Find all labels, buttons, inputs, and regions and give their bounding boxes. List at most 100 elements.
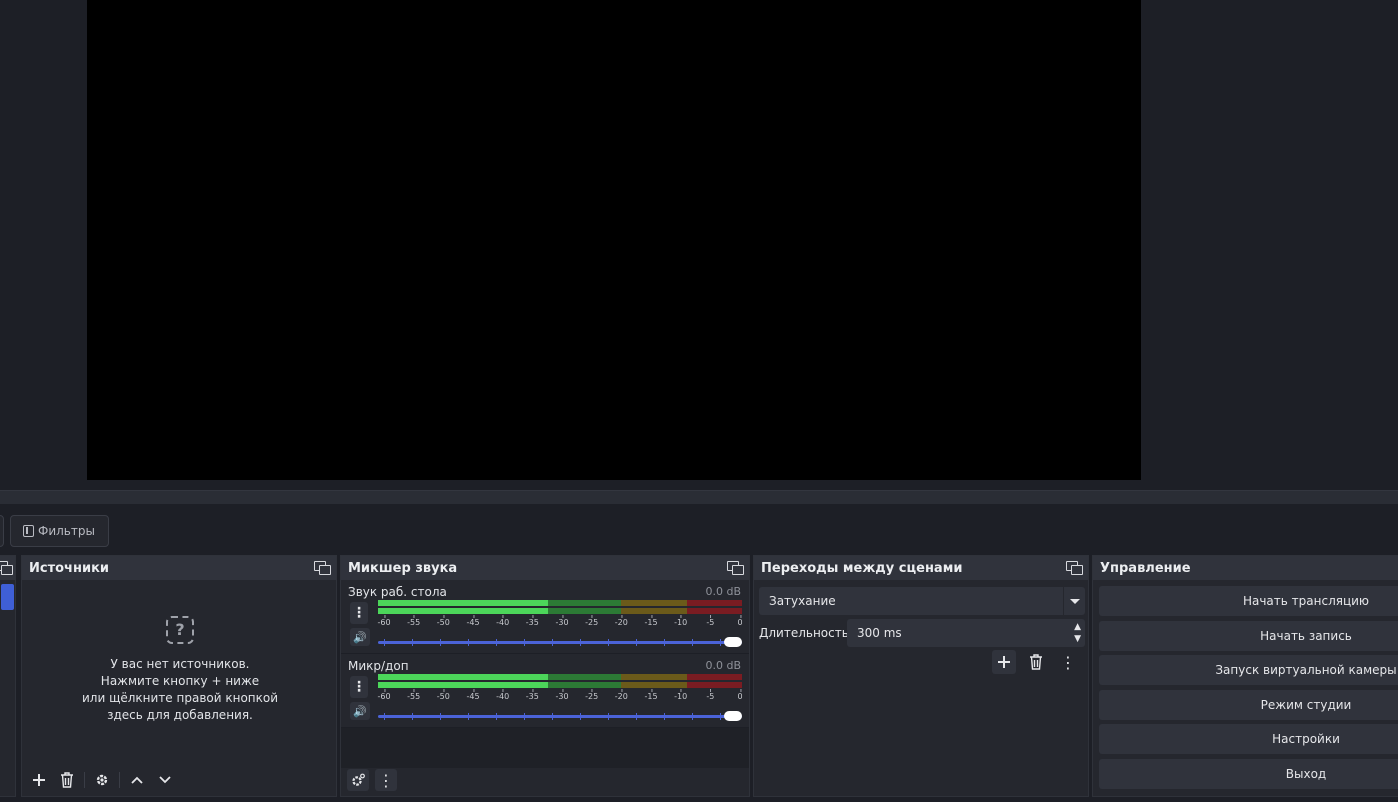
meter-level [378,682,548,688]
slider-tick [440,713,441,720]
float-dock-icon[interactable] [0,561,13,575]
remove-transition-button[interactable] [1024,650,1048,674]
kebab-icon: ⋮ [352,679,366,695]
meter-tick-label: -50 [436,689,450,701]
slider-tick [720,639,721,646]
channel-menu-button[interactable]: ⋮ [350,602,368,624]
slider-tick [524,639,525,646]
volume-meter [378,600,742,616]
studio-mode-button[interactable]: Режим студии [1099,690,1398,720]
volume-slider[interactable] [378,710,742,722]
transition-select[interactable]: Затухание [759,587,1085,615]
source-properties-button[interactable] [91,769,113,791]
exit-button[interactable]: Выход [1099,759,1398,789]
slider-tick [524,713,525,720]
meter-row-left [378,600,742,606]
slider-tick [720,713,721,720]
panel-divider[interactable] [0,490,1398,504]
properties-button-stub[interactable] [0,515,4,547]
preview-canvas[interactable] [87,0,1141,480]
advanced-audio-button[interactable] [347,769,369,791]
transitions-title: Переходы между сценами [761,560,963,576]
mixer-footer: ⋮ [341,764,749,796]
meter-tick-label: -15 [644,689,658,701]
slider-tick [664,639,665,646]
move-source-down-button[interactable] [154,769,176,791]
channel-menu-button[interactable]: ⋮ [350,676,368,698]
duration-value: 300 ms [857,626,902,640]
meter-tick-label: -5 [706,615,715,627]
start-streaming-button[interactable]: Начать трансляцию [1099,586,1398,616]
meter-row-right [378,608,742,614]
meter-yellow-zone [620,600,688,606]
settings-button[interactable]: Настройки [1099,724,1398,754]
volume-slider[interactable] [378,636,742,648]
start-recording-button[interactable]: Начать запись [1099,621,1398,651]
transition-selected-value: Затухание [769,594,836,608]
preview-area [0,0,1398,490]
chevron-down-icon[interactable]: ▼ [1074,633,1081,645]
channel-name: Микр/доп [348,659,409,673]
mixer-channel-desktop: Звук раб. стола 0.0 dB ⋮ 🔊 -60 -55 -50 -45-… [341,580,749,654]
filters-button[interactable]: Фильтры [10,515,109,547]
chevron-down-icon [159,776,171,784]
scenes-dock [0,555,16,797]
slider-track [378,641,742,644]
meter-tick-label: -10 [674,689,688,701]
meter-tick-label: -40 [496,689,510,701]
slider-tick [608,713,609,720]
meter-tick-label: -60 [377,689,391,701]
float-dock-icon[interactable] [314,561,331,575]
plus-icon [998,656,1010,668]
channel-db: 0.0 dB [705,659,741,672]
mute-button[interactable]: 🔊 [350,628,370,646]
chevron-down-icon [1063,587,1085,615]
slider-tick [692,713,693,720]
meter-yellow-zone [620,682,688,688]
scene-transitions-dock: Переходы между сценами Затухание Длитель… [753,555,1089,797]
meter-row-left [378,674,742,680]
selected-scene-item[interactable] [1,584,14,610]
transition-tools: ⋮ [992,650,1080,674]
slider-knob[interactable] [724,711,742,721]
float-dock-icon[interactable] [1066,561,1083,575]
chevron-up-icon[interactable]: ▲ [1074,621,1081,633]
meter-tick-label: -60 [377,615,391,627]
channel-db: 0.0 dB [705,585,741,598]
mixer-dock-header: Микшер звука [341,556,749,580]
slider-tick [692,639,693,646]
meter-tick-label: -50 [436,615,450,627]
mixer-channel-mic: Микр/доп 0.0 dB ⋮ 🔊 -60 -55 -50 -45 -40 -35 -3… [341,654,749,728]
add-source-button[interactable] [28,769,50,791]
move-source-up-button[interactable] [126,769,148,791]
slider-tick [580,639,581,646]
meter-level [378,674,548,680]
meter-level [378,600,548,606]
trash-icon [61,772,73,788]
slider-tick [552,713,553,720]
mute-button[interactable]: 🔊 [350,702,370,720]
meter-row-right [378,682,742,688]
spin-arrows[interactable]: ▲ ▼ [1074,621,1081,645]
empty-line-4: здесь для добавления. [107,708,253,722]
meter-ticks: -60 -55 -50 -45 -40 -35 -30 -25 -20 -15 -10 -5 0 [377,615,743,632]
slider-knob[interactable] [724,637,742,647]
start-virtual-camera-button[interactable]: Запуск виртуальной камеры [1099,655,1398,685]
kebab-icon: ⋮ [1060,652,1076,672]
remove-source-button[interactable] [56,769,78,791]
slider-tick [412,639,413,646]
mixer-menu-button[interactable]: ⋮ [375,769,397,791]
float-dock-icon[interactable] [727,561,744,575]
meter-red-zone [687,682,742,688]
duration-spinbox[interactable]: 300 ms ▲ ▼ [847,619,1085,647]
filters-icon [23,525,34,537]
slider-track [378,715,742,718]
meter-tick-label: -20 [614,689,628,701]
add-transition-button[interactable] [992,650,1016,674]
sources-dock-header: Источники [22,556,336,580]
transition-menu-button[interactable]: ⋮ [1056,650,1080,674]
meter-tick-label: -35 [525,689,539,701]
channel-name: Звук раб. стола [348,585,447,599]
audio-mixer-dock: Микшер звука Звук раб. стола 0.0 dB ⋮ 🔊 … [340,555,750,797]
sources-empty-state[interactable]: ? У вас нет источников. Нажмите кнопку +… [22,616,338,724]
